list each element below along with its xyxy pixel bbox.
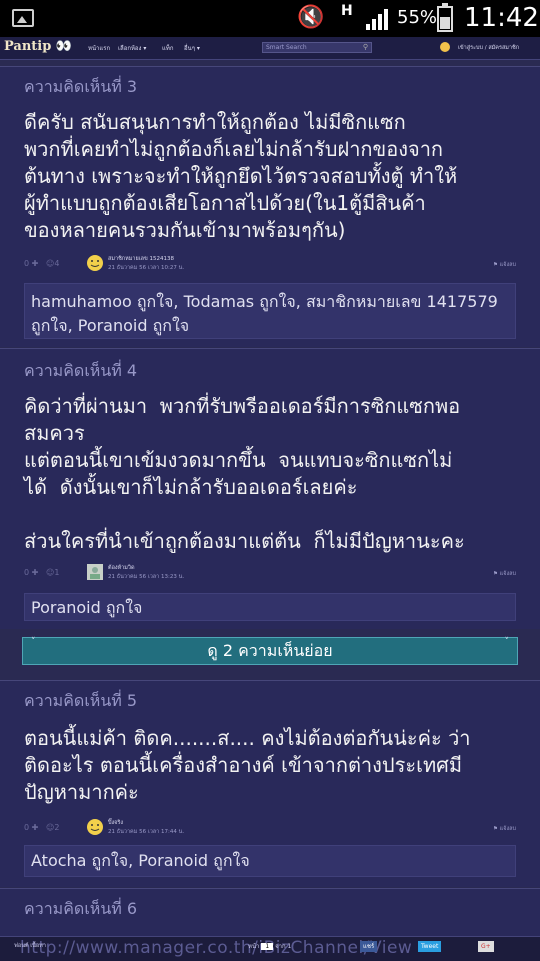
report-link[interactable]: ⚑ แจ้งลบ: [493, 825, 516, 833]
vote-control[interactable]: 0 ✚ ☺2: [24, 823, 59, 832]
comment-text: ตอนนี้แม่ค้า ติดค.......ส.... คงไม่ต้องต…: [24, 726, 471, 804]
comment-meta: 0 ✚ ☺4 สมาชิกหมายเลข 1524138 21 ธันวาคม …: [24, 254, 516, 276]
chevron-down-icon: ˅: [31, 637, 36, 647]
logo-eyes-icon: 👀: [55, 39, 73, 54]
chevron-down-icon: ˅: [504, 637, 510, 647]
nav-tags[interactable]: แท็ก: [162, 43, 173, 53]
username[interactable]: สมาชิกหมายเลข 1524138: [108, 255, 174, 263]
site-navbar: Pantip 👀 หน้าแรก เลือกห้อง ▾ แท็ก อื่นๆ …: [0, 37, 540, 60]
facebook-share-button[interactable]: แชร์: [360, 941, 378, 952]
pagination[interactable]: หน้า 1 จาก 1: [248, 941, 291, 951]
comment-date: 21 ธันวาคม 56 เวลา 13:23 น.: [108, 574, 185, 580]
vote-control[interactable]: 0 ✚ ☺1: [24, 568, 59, 577]
username[interactable]: ปิ๊งจริง: [108, 819, 123, 827]
comment-number: ความคิดเห็นที่ 4: [24, 361, 138, 380]
user-avatar-icon[interactable]: [86, 563, 104, 581]
comment-number: ความคิดเห็นที่ 6: [24, 899, 138, 918]
report-link[interactable]: ⚑ แจ้งลบ: [493, 570, 516, 578]
status-bar: 🔇 H 55% 11:42: [0, 0, 540, 37]
google-plus-button[interactable]: G+: [478, 941, 494, 952]
user-avatar-icon[interactable]: [86, 254, 104, 272]
user-avatar-icon[interactable]: [440, 42, 450, 52]
font-size-control[interactable]: ฟอนต์ เนื้อหา: [14, 942, 46, 950]
search-icon[interactable]: ⚲: [363, 43, 368, 52]
comment-text: ดีครับ สนับสนุนการทำให้ถูกต้อง ไม่มีซิกแ…: [24, 110, 458, 242]
comment-card: ความคิดเห็นที่ 6: [0, 888, 540, 937]
network-type: H: [341, 3, 353, 19]
comment-card: ความคิดเห็นที่ 4 คิดว่าที่ผ่านมา พวกที่ร…: [0, 348, 540, 629]
clock: 11:42: [464, 3, 539, 33]
battery-icon: [437, 3, 453, 32]
pantip-logo[interactable]: Pantip 👀: [4, 39, 72, 54]
user-avatar-icon[interactable]: [86, 818, 104, 836]
nav-more[interactable]: อื่นๆ ▾: [184, 43, 200, 53]
likes-box: hamuhamoo ถูกใจ, Todamas ถูกใจ, สมาชิกหม…: [24, 283, 516, 339]
comment-card: ความคิดเห็นที่ 5 ตอนนี้แม่ค้า ติดค......…: [0, 680, 540, 887]
battery-percent: 55%: [397, 7, 438, 28]
vote-control[interactable]: 0 ✚ ☺4: [24, 259, 59, 268]
login-link[interactable]: เข้าสู่ระบบ / สมัครสมาชิก: [458, 44, 519, 52]
comment-date: 21 ธันวาคม 56 เวลา 17:44 น.: [108, 829, 185, 835]
comment-number: ความคิดเห็นที่ 5: [24, 691, 138, 710]
username[interactable]: ต้องห้ามวิด: [108, 564, 135, 572]
comment-date: 21 ธันวาคม 56 เวลา 10:27 น.: [108, 265, 185, 271]
watermark-url: http://www.manager.co.th/iBizChannel/Vie…: [20, 938, 413, 958]
gallery-notification-icon: [12, 9, 34, 27]
likes-box: Atocha ถูกใจ, Poranoid ถูกใจ: [24, 845, 516, 877]
nav-rooms[interactable]: เลือกห้อง ▾: [118, 43, 146, 53]
nav-home[interactable]: หน้าแรก: [88, 43, 110, 53]
signal-icon: [366, 8, 392, 30]
search-input[interactable]: Smart Search ⚲: [262, 42, 372, 53]
bottom-toolbar: http://www.manager.co.th/iBizChannel/Vie…: [0, 936, 540, 961]
comment-meta: 0 ✚ ☺2 ปิ๊งจริง 21 ธันวาคม 56 เวลา 17:44…: [24, 818, 516, 840]
comment-card: ความคิดเห็นที่ 3 ดีครับ สนับสนุนการทำให้…: [0, 66, 540, 347]
comment-number: ความคิดเห็นที่ 3: [24, 77, 138, 96]
likes-box: Poranoid ถูกใจ: [24, 593, 516, 621]
report-link[interactable]: ⚑ แจ้งลบ: [493, 261, 516, 269]
comment-meta: 0 ✚ ☺1 ต้องห้ามวิด 21 ธันวาคม 56 เวลา 13…: [24, 563, 516, 585]
tweet-button[interactable]: Tweet: [418, 941, 442, 952]
mute-icon: 🔇: [297, 5, 325, 30]
view-subcomments-button[interactable]: ˅ ดู 2 ความเห็นย่อย ˅: [22, 637, 518, 665]
comment-text: คิดว่าที่ผ่านมา พวกที่รับพรีออเดอร์มีการ…: [24, 394, 465, 553]
